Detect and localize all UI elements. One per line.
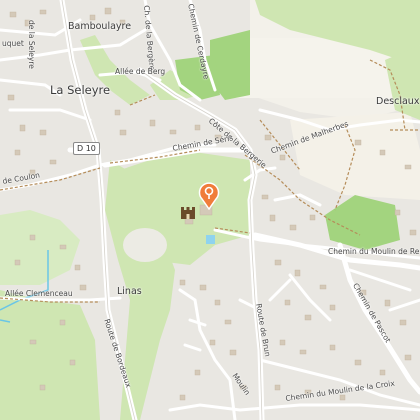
place-label-linas: Linas <box>117 286 142 297</box>
road-label-seleyre: de la Seleyre <box>27 20 36 69</box>
road-shield-d10: D 10 <box>73 142 100 155</box>
place-label-la-seleyre: La Seleyre <box>50 83 111 97</box>
castle-icon[interactable] <box>180 206 196 220</box>
map-canvas[interactable]: La Seleyre Bamboulayre Desclaux Linas uq… <box>0 0 420 420</box>
map-layer <box>0 0 420 420</box>
map-pin-icon[interactable] <box>198 180 220 210</box>
road-label-clemenceau: Allée Clemenceau <box>5 289 73 298</box>
road-label-moulin-re: Chemin du Moulin de Re <box>328 247 420 256</box>
road-label-allee-berg: Allée de Berg <box>115 67 166 76</box>
pool <box>206 235 215 244</box>
place-label-bamboulayre: Bamboulayre <box>68 21 132 32</box>
place-label-quet: uquet <box>2 39 24 48</box>
place-label-desclaux: Desclaux <box>376 96 420 107</box>
clearing <box>123 228 167 262</box>
